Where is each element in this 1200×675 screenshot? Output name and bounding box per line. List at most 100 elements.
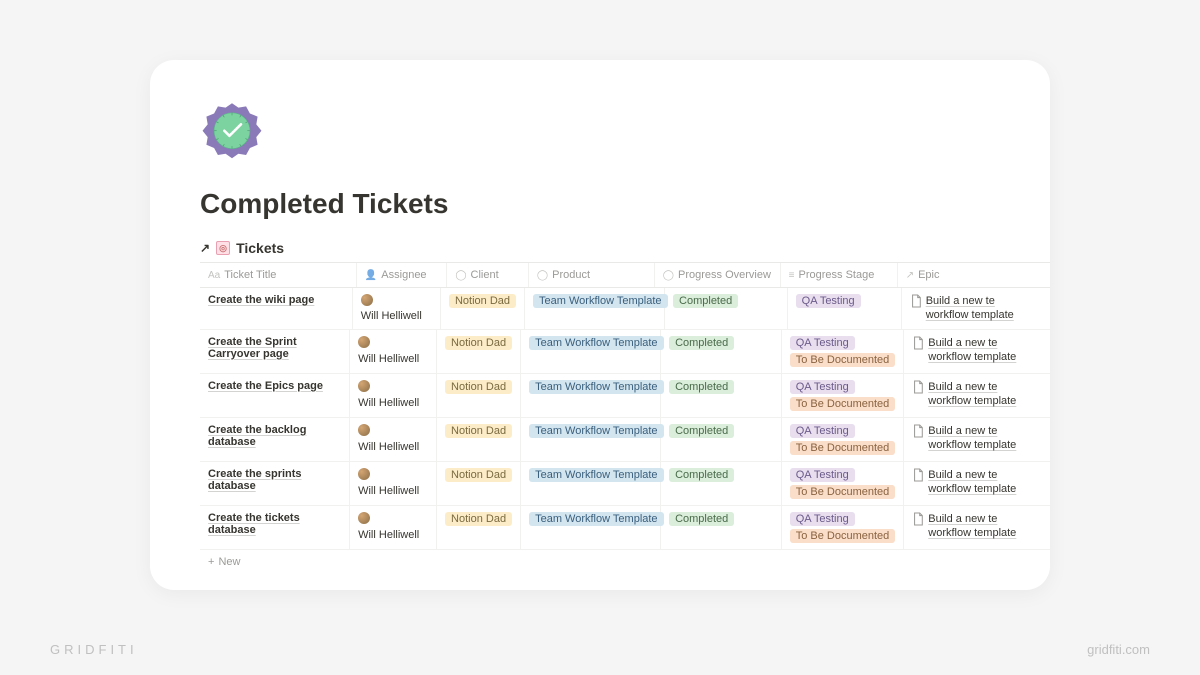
cell-epic[interactable]: Build a new teworkflow template bbox=[904, 330, 1050, 373]
cell-client[interactable]: Notion Dad bbox=[437, 418, 521, 461]
cell-progress[interactable]: Completed bbox=[661, 462, 782, 505]
table-row[interactable]: Create the tickets database Will Helliwe… bbox=[200, 506, 1050, 550]
cell-client[interactable]: Notion Dad bbox=[437, 330, 521, 373]
text-type-icon: Aa bbox=[208, 270, 220, 281]
cell-epic[interactable]: Build a new teworkflow template bbox=[904, 418, 1050, 461]
product-tag: Team Workflow Template bbox=[533, 294, 667, 308]
cell-stage[interactable]: QA TestingTo Be Documented bbox=[782, 506, 905, 549]
cell-product[interactable]: Team Workflow Template bbox=[521, 506, 661, 549]
cell-assignee[interactable]: Will Helliwell bbox=[350, 418, 437, 461]
cell-stage[interactable]: QA Testing To Be Documented bbox=[782, 418, 905, 461]
table-header-row: AaTicket Title 👤Assignee ◯Client ◯Produc… bbox=[200, 262, 1050, 288]
progress-tag: Completed bbox=[669, 512, 734, 526]
cell-assignee[interactable]: Will Helliwell bbox=[350, 374, 437, 417]
page-icon bbox=[912, 380, 924, 394]
column-header-assignee[interactable]: 👤Assignee bbox=[357, 263, 447, 287]
avatar bbox=[361, 294, 373, 306]
cell-product[interactable]: Team Workflow Template bbox=[521, 374, 661, 417]
linked-database-header[interactable]: ↗ ◎ Tickets bbox=[200, 240, 1050, 256]
table-row[interactable]: Create the backlog database Will Helliwe… bbox=[200, 418, 1050, 462]
checkmark-badge-icon bbox=[200, 100, 264, 164]
epic-link[interactable]: Build a new teworkflow template bbox=[928, 336, 1016, 365]
table-row[interactable]: Create the wiki page Will Helliwell Noti… bbox=[200, 288, 1050, 330]
cell-title[interactable]: Create the sprints database bbox=[200, 462, 350, 505]
stage-tag: QA Testing bbox=[790, 512, 855, 526]
cell-stage[interactable]: QA Testing bbox=[788, 288, 902, 329]
cell-title[interactable]: Create the Epics page bbox=[200, 374, 350, 417]
epic-link[interactable]: Build a new teworkflow template bbox=[928, 424, 1016, 453]
cell-title[interactable]: Create the tickets database bbox=[200, 506, 350, 549]
cell-product[interactable]: Team Workflow Template bbox=[521, 418, 661, 461]
stage-tag: To Be Documented bbox=[790, 397, 896, 411]
cell-assignee[interactable]: Will Helliwell bbox=[350, 462, 437, 505]
cell-epic[interactable]: Build a new teworkflow template bbox=[904, 506, 1050, 549]
cell-assignee[interactable]: Will Helliwell bbox=[350, 506, 437, 549]
page-content: Completed Tickets ↗ ◎ Tickets AaTicket T… bbox=[150, 100, 1050, 574]
stage-tag: To Be Documented bbox=[790, 441, 896, 455]
ticket-title-link[interactable]: Create the Sprint Carryover page bbox=[208, 336, 341, 360]
column-header-epic[interactable]: ↗Epic bbox=[898, 263, 1050, 287]
watermark-url: gridfiti.com bbox=[1087, 642, 1150, 657]
cell-product[interactable]: Team Workflow Template bbox=[521, 330, 661, 373]
cell-stage[interactable]: QA Testing To Be Documented bbox=[782, 374, 905, 417]
table-row[interactable]: Create the Sprint Carryover page Will He… bbox=[200, 330, 1050, 374]
epic-link[interactable]: Build a new teworkflow template bbox=[928, 380, 1016, 409]
column-header-product[interactable]: ◯Product bbox=[529, 263, 655, 287]
ticket-title-link[interactable]: Create the backlog database bbox=[208, 424, 341, 448]
assignee-name: Will Helliwell bbox=[358, 485, 419, 497]
stage-tag: To Be Documented bbox=[790, 353, 896, 367]
cell-client[interactable]: Notion Dad bbox=[441, 288, 525, 329]
progress-tag: Completed bbox=[669, 468, 734, 482]
cell-progress[interactable]: Completed bbox=[661, 330, 782, 373]
ticket-title-link[interactable]: Create the sprints database bbox=[208, 468, 341, 492]
cell-client[interactable]: Notion Dad bbox=[437, 462, 521, 505]
page-icon bbox=[912, 336, 924, 350]
cell-progress[interactable]: Completed bbox=[661, 506, 782, 549]
column-header-stage[interactable]: ≡Progress Stage bbox=[781, 263, 898, 287]
cell-progress[interactable]: Completed bbox=[665, 288, 788, 329]
page-title: Completed Tickets bbox=[200, 188, 1050, 220]
ticket-title-link[interactable]: Create the Epics page bbox=[208, 380, 323, 392]
epic-link[interactable]: Build a new teworkflow template bbox=[926, 294, 1014, 323]
new-row-button[interactable]: + New bbox=[200, 550, 1050, 574]
cell-progress[interactable]: Completed bbox=[661, 374, 782, 417]
page-icon bbox=[910, 294, 922, 308]
cell-client[interactable]: Notion Dad bbox=[437, 374, 521, 417]
table-row[interactable]: Create the Epics page Will Helliwell Not… bbox=[200, 374, 1050, 418]
cell-epic[interactable]: Build a new teworkflow template bbox=[904, 462, 1050, 505]
progress-tag: Completed bbox=[669, 336, 734, 350]
progress-tag: Completed bbox=[673, 294, 738, 308]
epic-link[interactable]: Build a new teworkflow template bbox=[928, 468, 1016, 497]
cell-epic[interactable]: Build a new teworkflow template bbox=[902, 288, 1050, 329]
cell-stage[interactable]: QA Testing To Be Documented bbox=[782, 330, 905, 373]
cell-progress[interactable]: Completed bbox=[661, 418, 782, 461]
cell-title[interactable]: Create the backlog database bbox=[200, 418, 350, 461]
select-type-icon: ◯ bbox=[537, 270, 548, 281]
cell-assignee[interactable]: Will Helliwell bbox=[353, 288, 441, 329]
ticket-title-link[interactable]: Create the tickets database bbox=[208, 512, 341, 536]
cell-assignee[interactable]: Will Helliwell bbox=[350, 330, 437, 373]
plus-icon: + bbox=[208, 556, 214, 568]
cell-title[interactable]: Create the wiki page bbox=[200, 288, 353, 329]
ticket-title-link[interactable]: Create the wiki page bbox=[208, 294, 314, 306]
cell-product[interactable]: Team Workflow Template bbox=[525, 288, 665, 329]
stage-tag: QA Testing bbox=[790, 336, 855, 350]
select-type-icon: ◯ bbox=[455, 270, 466, 281]
linked-arrow-icon: ↗ bbox=[200, 241, 210, 255]
stage-tag: QA Testing bbox=[790, 380, 855, 394]
cell-epic[interactable]: Build a new teworkflow template bbox=[904, 374, 1050, 417]
column-header-progress[interactable]: ◯Progress Overview bbox=[655, 263, 781, 287]
stage-tag: QA Testing bbox=[790, 424, 855, 438]
epic-link[interactable]: Build a new teworkflow template bbox=[928, 512, 1016, 541]
cell-title[interactable]: Create the Sprint Carryover page bbox=[200, 330, 350, 373]
watermark-brand: GRIDFITI bbox=[50, 642, 138, 657]
column-header-title[interactable]: AaTicket Title bbox=[200, 263, 357, 287]
page-icon bbox=[912, 512, 924, 526]
cell-product[interactable]: Team Workflow Template bbox=[521, 462, 661, 505]
cell-client[interactable]: Notion Dad bbox=[437, 506, 521, 549]
column-header-client[interactable]: ◯Client bbox=[447, 263, 529, 287]
table-body: Create the wiki page Will Helliwell Noti… bbox=[200, 288, 1050, 550]
assignee-name: Will Helliwell bbox=[358, 397, 419, 409]
cell-stage[interactable]: QA TestingTo Be Documented bbox=[782, 462, 905, 505]
table-row[interactable]: Create the sprints database Will Helliwe… bbox=[200, 462, 1050, 506]
